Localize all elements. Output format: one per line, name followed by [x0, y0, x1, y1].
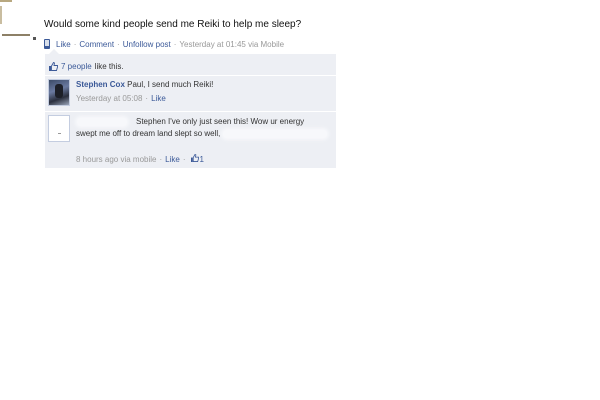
- people-like-link[interactable]: 7 people: [61, 62, 92, 71]
- comment-text-continued: swept me off to dream land slept so well…: [76, 129, 221, 138]
- commenter-avatar[interactable]: [48, 115, 70, 142]
- comment-meta: 8 hours ago via mobile · Like · 1: [76, 153, 204, 164]
- like-link[interactable]: Like: [56, 40, 71, 49]
- comment-meta: Yesterday at 05:08 · Like: [76, 94, 166, 103]
- separator: ·: [173, 39, 177, 49]
- commenter-avatar[interactable]: [48, 79, 70, 106]
- comments-section: 7 people like this. Stephen Cox Paul, I …: [45, 54, 336, 168]
- comment-timestamp[interactable]: 8 hours ago via mobile: [76, 155, 157, 164]
- comment-like-link[interactable]: Like: [151, 94, 166, 103]
- poster-avatar[interactable]: [0, 0, 36, 40]
- unfollow-post-link[interactable]: Unfollow post: [123, 40, 171, 49]
- redacted-text: [223, 130, 327, 138]
- likes-summary: 7 people like this.: [49, 60, 124, 72]
- divider: [45, 75, 336, 76]
- mobile-phone-icon: [44, 39, 50, 49]
- divider: [45, 111, 336, 112]
- separator: ·: [73, 39, 77, 49]
- comment-text: Paul, I send much Reiki!: [127, 80, 214, 89]
- thumbs-up-icon: [49, 61, 58, 71]
- post-timestamp[interactable]: Yesterday at 01:45 via Mobile: [179, 40, 284, 49]
- comment-like-link[interactable]: Like: [165, 155, 180, 164]
- separator: ·: [117, 39, 120, 49]
- post-actions: Like · Comment · Unfollow post · Yesterd…: [44, 38, 284, 50]
- comment-author-link[interactable]: Stephen Cox: [76, 80, 125, 89]
- separator: ·: [159, 154, 163, 164]
- redacted-name: [77, 118, 127, 126]
- thumbs-up-icon[interactable]: [190, 153, 199, 164]
- separator: ·: [182, 154, 186, 164]
- comment-like-count[interactable]: 1: [200, 155, 204, 164]
- comment-link[interactable]: Comment: [79, 40, 114, 49]
- comment-body: Stephen Cox Paul, I send much Reiki!: [76, 80, 213, 89]
- likes-suffix: like this.: [94, 61, 124, 71]
- comment-text: Stephen I've only just seen this! Wow ur…: [136, 117, 305, 126]
- comment-timestamp[interactable]: Yesterday at 05:08: [76, 94, 142, 103]
- post-text: Would some kind people send me Reiki to …: [44, 19, 302, 30]
- separator: ·: [145, 94, 149, 103]
